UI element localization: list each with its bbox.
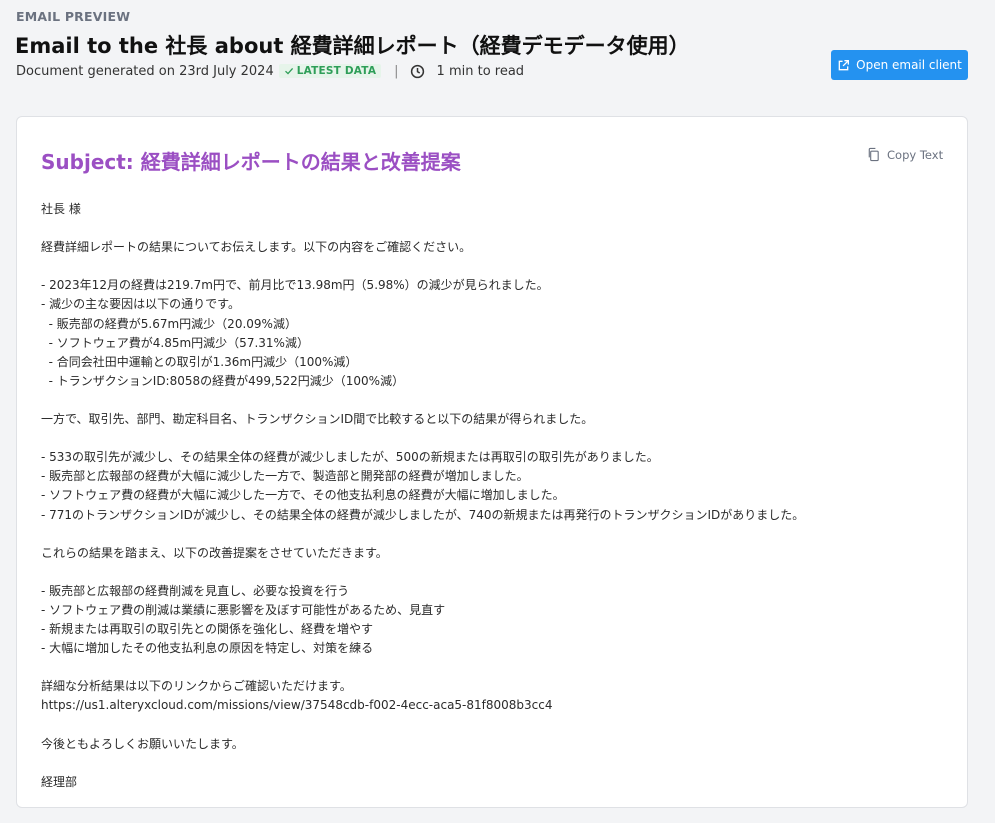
email-body: 社長 様経費詳細レポートの結果についてお伝えします。以下の内容をご確認ください。… bbox=[41, 200, 951, 792]
meta-separator: | bbox=[394, 63, 399, 79]
email-line: 経費詳細レポートの結果についてお伝えします。以下の内容をご確認ください。 bbox=[41, 240, 472, 255]
email-line: - 533の取引先が減少し、その結果全体の経費が減少しましたが、500の新規また… bbox=[41, 450, 659, 465]
email-line: - ソフトウェア費が4.85m円減少（57.31%減） bbox=[41, 335, 309, 350]
email-line: 詳細な分析結果は以下のリンクからご確認いただけます。 bbox=[41, 679, 352, 694]
email-line: - 新規または再取引の取引先との関係を強化し、経費を増やす bbox=[41, 622, 374, 637]
external-link-icon bbox=[838, 59, 850, 70]
email-line: - 販売部の経費が5.67m円減少（20.09%減） bbox=[41, 316, 297, 331]
email-line: これらの結果を踏まえ、以下の改善提案をさせていただきます。 bbox=[41, 545, 388, 560]
email-line: 一方で、取引先、部門、勘定科目名、トランザクションID間で比較すると以下の結果が… bbox=[41, 412, 594, 427]
email-line: - 減少の主な要因は以下の通りです。 bbox=[41, 297, 240, 312]
email-line: https://us1.alteryxcloud.com/missions/vi… bbox=[41, 698, 553, 713]
email-line: 今後ともよろしくお願いいたします。 bbox=[41, 736, 244, 751]
generated-date: Document generated on 23rd July 2024 bbox=[16, 63, 274, 79]
copy-text-button[interactable]: Copy Text bbox=[866, 147, 943, 162]
meta-row: Document generated on 23rd July 2024 LAT… bbox=[16, 61, 524, 81]
eyebrow-label: EMAIL PREVIEW bbox=[16, 9, 131, 24]
latest-data-badge: LATEST DATA bbox=[278, 64, 382, 78]
clock-icon bbox=[410, 64, 424, 78]
email-card: Subject: 経費詳細レポートの結果と改善提案 Copy Text 社長 様… bbox=[16, 116, 968, 808]
email-line: 社長 様 bbox=[41, 202, 81, 216]
email-line: - ソフトウェア費の経費が大幅に減少した一方で、その他支払利息の経費が大幅に増加… bbox=[41, 488, 565, 503]
email-line: - 2023年12月の経費は219.7m円で、前月比で13.98m円（5.98%… bbox=[41, 278, 549, 293]
email-line: - ソフトウェア費の削減は業績に悪影響を及ぼす可能性があるため、見直す bbox=[41, 602, 446, 617]
open-email-client-button[interactable]: Open email client bbox=[831, 50, 968, 80]
email-line: - 大幅に増加したその他支払利息の原因を特定し、対策を練る bbox=[41, 641, 374, 656]
copy-text-label: Copy Text bbox=[887, 147, 944, 162]
check-icon bbox=[284, 67, 293, 75]
email-line: - 販売部と広報部の経費削減を見直し、必要な投資を行う bbox=[41, 583, 350, 598]
email-subject: Subject: 経費詳細レポートの結果と改善提案 bbox=[41, 150, 461, 174]
read-time: 1 min to read bbox=[436, 63, 525, 79]
page-title: Email to the 社長 about 経費詳細レポート（経費デモデータ使用… bbox=[15, 34, 690, 58]
email-line: - トランザクションID:8058の経費が499,522円減少（100%減） bbox=[41, 373, 405, 388]
email-line: - 合同会社田中運輸との取引が1.36m円減少（100%減） bbox=[41, 354, 358, 369]
copy-icon bbox=[868, 147, 879, 162]
email-line: 経理部 bbox=[41, 774, 78, 789]
email-line: - 771のトランザクションIDが減少し、その結果全体の経費が減少しましたが、7… bbox=[41, 507, 805, 522]
email-line: - 販売部と広報部の経費が大幅に減少した一方で、製造部と開発部の経費が増加しまし… bbox=[41, 469, 529, 484]
open-email-client-label: Open email client bbox=[856, 58, 962, 72]
badge-label: LATEST DATA bbox=[296, 65, 377, 77]
